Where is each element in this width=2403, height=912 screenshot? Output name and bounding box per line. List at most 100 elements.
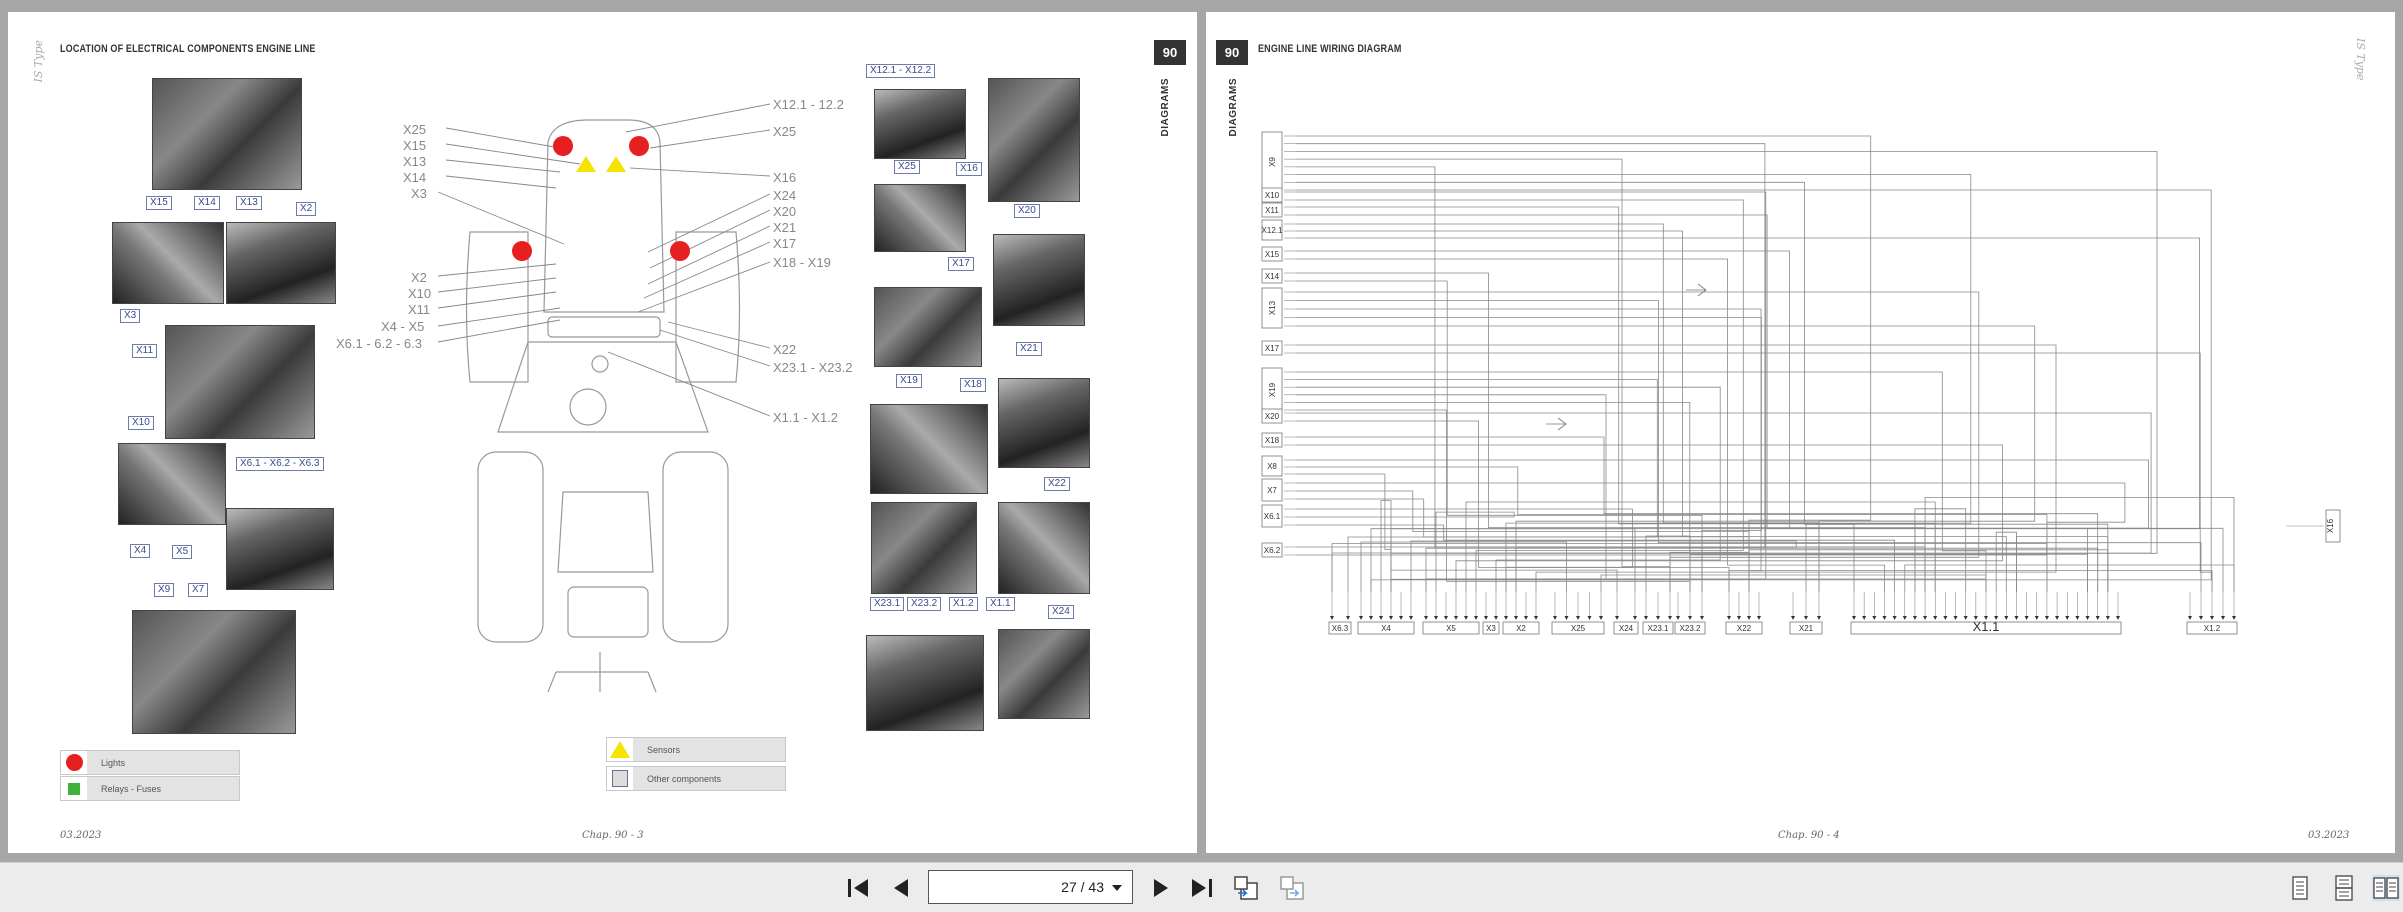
diagram-label: X24 xyxy=(773,188,796,203)
connector-x15: X15 xyxy=(1261,246,1283,262)
connector-x2: X2 xyxy=(1502,621,1540,635)
svg-text:X14: X14 xyxy=(1265,272,1280,281)
footer-chapter: Chap. 90 - 3 xyxy=(582,830,644,841)
first-page-icon[interactable] xyxy=(844,875,872,901)
diagram-label: X13 xyxy=(403,154,426,169)
connector-x16: X16 xyxy=(2325,509,2341,543)
single-page-view-icon[interactable] xyxy=(2286,875,2314,901)
svg-text:X23.2: X23.2 xyxy=(1680,624,1701,633)
chevron-down-icon xyxy=(1112,885,1122,891)
connector-x7: X7 xyxy=(1261,478,1283,502)
svg-text:X1.1: X1.1 xyxy=(1973,619,2000,634)
connector-x19: X19 xyxy=(1261,367,1283,413)
svg-text:X1.2: X1.2 xyxy=(2204,624,2221,633)
connector-x24: X24 xyxy=(1613,621,1639,635)
diagram-label: X2 xyxy=(411,270,427,285)
connector-x21: X21 xyxy=(1789,621,1823,635)
gray-square-icon xyxy=(612,770,628,787)
diagram-label: X20 xyxy=(773,204,796,219)
connector-x6-1: X6.1 xyxy=(1261,504,1283,528)
diagram-label: X11 xyxy=(408,302,430,317)
diagram-label: X17 xyxy=(773,236,796,251)
connector-x14: X14 xyxy=(1261,268,1283,284)
svg-text:X11: X11 xyxy=(1265,206,1279,215)
diagram-label: X1.1 - X1.2 xyxy=(773,410,838,425)
footer-date: 03.2023 xyxy=(2308,830,2350,841)
diagram-label: X12.1 - 12.2 xyxy=(773,97,844,112)
svg-text:X10: X10 xyxy=(1265,191,1280,200)
diagram-label: X4 - X5 xyxy=(381,319,424,334)
diagram-label: X22 xyxy=(773,342,796,357)
tractor-outline-diagram: X25 X15 X13 X14 X3 X2 X10 X11 X4 - X5 X6… xyxy=(336,97,853,693)
connector-x6-2: X6.2 xyxy=(1261,542,1283,558)
connector-x23-2: X23.2 xyxy=(1674,621,1706,635)
import-page-icon[interactable] xyxy=(1278,875,1306,901)
svg-text:X22: X22 xyxy=(1737,624,1752,633)
export-page-icon[interactable] xyxy=(1232,875,1260,901)
connector-x13: X13 xyxy=(1261,287,1283,329)
connector-x1-2: X1.2 xyxy=(2186,621,2238,635)
footer-date: 03.2023 xyxy=(60,830,102,841)
svg-text:X18: X18 xyxy=(1265,436,1280,445)
connector-x3: X3 xyxy=(1482,621,1500,635)
viewer-toolbar: 27 / 43 xyxy=(0,862,2403,912)
svg-text:X12.1: X12.1 xyxy=(1262,226,1283,235)
diagram-label: X10 xyxy=(408,286,431,301)
connector-x18: X18 xyxy=(1261,432,1283,448)
svg-text:X4: X4 xyxy=(1381,624,1391,633)
diagram-label: X25 xyxy=(403,122,426,137)
connector-x17: X17 xyxy=(1261,340,1283,356)
wiring-diagram: X9 X10 X11 X12.1 X15 X14 X13 X17 X19 X20 X18 X8 X7 X6… xyxy=(1261,131,2341,635)
svg-text:X7: X7 xyxy=(1267,486,1277,495)
svg-text:X6.1: X6.1 xyxy=(1264,512,1281,521)
svg-text:X6.3: X6.3 xyxy=(1332,624,1349,633)
left-page: IS Type LOCATION OF ELECTRICAL COMPONENT… xyxy=(8,12,1197,853)
next-page-icon[interactable] xyxy=(1146,875,1174,901)
footer-chapter: Chap. 90 - 4 xyxy=(1778,830,1840,841)
legend-item-other: Other components xyxy=(606,766,786,791)
page-selector[interactable]: 27 / 43 xyxy=(928,870,1133,904)
diagram-label: X14 xyxy=(403,170,426,185)
connector-x1-1: X1.1 xyxy=(1850,619,2122,635)
continuous-view-icon[interactable] xyxy=(2330,875,2358,901)
connector-x25: X25 xyxy=(1551,621,1605,635)
svg-text:X16: X16 xyxy=(2326,518,2335,533)
connector-x12-1: X12.1 xyxy=(1262,219,1283,241)
diagram-label: X25 xyxy=(773,124,796,139)
svg-text:X20: X20 xyxy=(1265,412,1280,421)
legend-item-sensors: Sensors xyxy=(606,737,786,762)
svg-text:X6.2: X6.2 xyxy=(1264,546,1281,555)
svg-text:X24: X24 xyxy=(1619,624,1634,633)
diagram-label: X18 - X19 xyxy=(773,255,831,270)
legend-item-lights: Lights xyxy=(60,750,240,775)
svg-text:X2: X2 xyxy=(1516,624,1526,633)
svg-text:X15: X15 xyxy=(1265,250,1280,259)
svg-text:X8: X8 xyxy=(1267,462,1277,471)
right-page: 90 ENGINE LINE WIRING DIAGRAM DIAGRAMS I… xyxy=(1206,12,2395,853)
diagram-label: X6.1 - 6.2 - 6.3 xyxy=(336,336,422,351)
connector-x5: X5 xyxy=(1422,621,1480,635)
connector-x22: X22 xyxy=(1725,621,1763,635)
svg-text:X17: X17 xyxy=(1265,344,1280,353)
connector-x8: X8 xyxy=(1261,455,1283,477)
connector-x4: X4 xyxy=(1357,621,1415,635)
diagram-label: X16 xyxy=(773,170,796,185)
svg-text:X21: X21 xyxy=(1799,624,1814,633)
connector-x6-3: X6.3 xyxy=(1328,621,1352,635)
svg-text:X3: X3 xyxy=(1486,624,1496,633)
last-page-icon[interactable] xyxy=(1188,875,1216,901)
connector-x11: X11 xyxy=(1261,202,1283,218)
svg-text:X23.1: X23.1 xyxy=(1648,624,1669,633)
svg-text:X13: X13 xyxy=(1268,300,1277,315)
connector-x23-1: X23.1 xyxy=(1642,621,1674,635)
diagram-label: X23.1 - X23.2 xyxy=(773,360,853,375)
previous-page-icon[interactable] xyxy=(888,875,916,901)
legend-item-relays: Relays - Fuses xyxy=(60,776,240,801)
diagram-label: X21 xyxy=(773,220,796,235)
connector-x20: X20 xyxy=(1261,408,1283,424)
two-page-view-icon[interactable] xyxy=(2372,875,2400,901)
green-square-icon xyxy=(68,783,80,795)
diagram-label: X15 xyxy=(403,138,426,153)
red-dot-icon xyxy=(66,754,83,771)
connector-x9: X9 xyxy=(1261,131,1283,193)
